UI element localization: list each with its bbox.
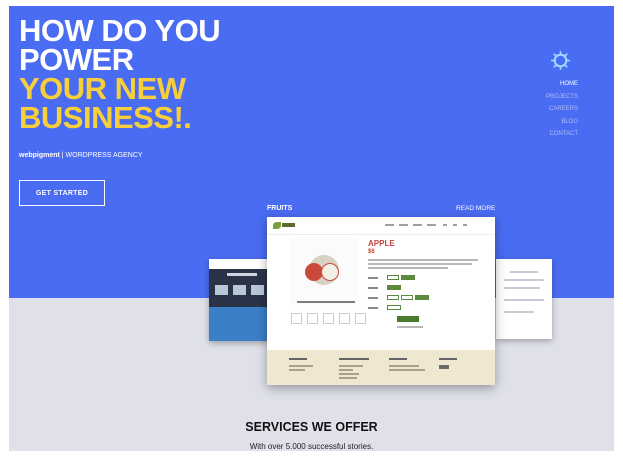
services-heading: SERVICES WE OFFER xyxy=(245,420,378,434)
preview-product-price: $6 xyxy=(368,249,375,255)
preview-caption xyxy=(297,301,355,303)
preview-footer xyxy=(267,350,495,385)
preview-footer-line xyxy=(339,373,359,375)
browser-viewport: HOW DO YOU POWER YOUR NEW BUSINESS!. web… xyxy=(9,6,614,451)
portfolio-preview-main[interactable]: APPLE $6 xyxy=(267,217,495,385)
preview-option xyxy=(401,295,413,300)
thumbnail-header xyxy=(209,259,271,269)
preview-thumb xyxy=(339,313,350,324)
agency-tagline: webpigment | WORDPRESS AGENCY xyxy=(19,152,143,159)
thumbnail-tile xyxy=(215,285,228,295)
get-started-button[interactable]: GET STARTED xyxy=(19,180,105,206)
preview-footer-line xyxy=(339,377,357,379)
nav-item-home[interactable]: HOME xyxy=(546,78,578,91)
preview-option xyxy=(415,295,429,300)
preview-option xyxy=(387,275,399,280)
thumbnail-banner xyxy=(209,307,271,341)
preview-header xyxy=(267,217,495,235)
thumbnail-heading xyxy=(227,273,257,276)
preview-nav-item xyxy=(427,224,436,226)
portfolio-category-label: FRUITS xyxy=(267,205,293,212)
hero-headline: HOW DO YOU POWER YOUR NEW BUSINESS!. xyxy=(19,13,221,135)
preview-footer-line xyxy=(289,365,313,367)
site-logo-icon[interactable] xyxy=(550,50,571,71)
preview-nav-item xyxy=(399,224,408,226)
preview-option xyxy=(387,305,401,310)
preview-footer-line xyxy=(389,365,419,367)
preview-option-label xyxy=(368,297,378,299)
preview-text-line xyxy=(368,267,448,269)
headline-line: HOW DO YOU xyxy=(19,13,221,48)
headline-line-highlight: BUSINESS!. xyxy=(19,100,192,135)
preview-thumb xyxy=(291,313,302,324)
preview-nav-item xyxy=(385,224,394,226)
preview-option xyxy=(401,275,415,280)
preview-footer-heading xyxy=(339,358,369,360)
brand-name: webpigment xyxy=(19,152,60,159)
thumbnail-text-line xyxy=(504,287,540,289)
preview-thumb xyxy=(355,313,366,324)
preview-option xyxy=(387,295,399,300)
preview-option xyxy=(387,285,401,290)
thumbnail-tile xyxy=(251,285,264,295)
preview-footer-line xyxy=(389,369,425,371)
preview-footer-heading xyxy=(439,358,457,360)
preview-footer-heading xyxy=(289,358,307,360)
thumbnail-text-line xyxy=(510,271,538,273)
preview-footer-line xyxy=(289,369,305,371)
preview-text-line xyxy=(368,263,472,265)
preview-add-to-cart xyxy=(397,316,419,322)
preview-product-image xyxy=(289,239,359,305)
portfolio-thumbnail-left[interactable] xyxy=(209,259,271,341)
headline-line: POWER xyxy=(19,42,134,77)
preview-social-icons xyxy=(439,365,449,369)
nav-item-contact[interactable]: CONTACT xyxy=(546,128,578,141)
preview-thumb xyxy=(323,313,334,324)
preview-option-label xyxy=(368,287,378,289)
headline-line-highlight: YOUR NEW xyxy=(19,71,186,106)
preview-option-label xyxy=(368,277,378,279)
thumbnail-tile xyxy=(233,285,246,295)
nav-item-blog[interactable]: BLOG xyxy=(546,116,578,129)
preview-footer-heading xyxy=(389,358,407,360)
read-more-link[interactable]: READ MORE xyxy=(456,205,495,212)
preview-nav-item xyxy=(413,224,422,226)
thumbnail-text-line xyxy=(504,279,544,281)
thumbnail-text-line xyxy=(504,311,534,313)
preview-text-line xyxy=(397,326,423,328)
preview-product-title: APPLE xyxy=(368,239,395,248)
preview-footer-line xyxy=(339,369,353,371)
nav-item-projects[interactable]: PROJECTS xyxy=(546,91,578,104)
preview-user-icon xyxy=(443,224,447,226)
preview-option-label xyxy=(368,307,378,309)
preview-text-line xyxy=(368,259,478,261)
main-nav: HOME PROJECTS CAREERS BLOG CONTACT xyxy=(546,78,578,141)
portfolio-thumbnail-right[interactable] xyxy=(496,259,552,339)
preview-footer-line xyxy=(339,365,363,367)
services-subheading: With over 5.000 successful stories. xyxy=(249,442,374,451)
preview-cart-icon xyxy=(453,224,457,226)
tagline-text: | WORDPRESS AGENCY xyxy=(59,152,143,159)
thumbnail-text-line xyxy=(504,299,544,301)
preview-search-icon xyxy=(463,224,467,226)
nav-item-careers[interactable]: CAREERS xyxy=(546,103,578,116)
preview-logo xyxy=(273,222,295,229)
preview-thumb xyxy=(307,313,318,324)
